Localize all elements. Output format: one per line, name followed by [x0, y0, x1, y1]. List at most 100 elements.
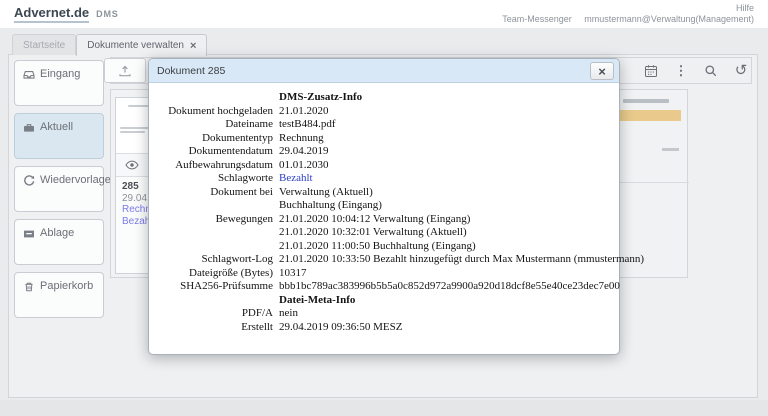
upload-icon: [118, 65, 132, 77]
info-row: Dokument beiVerwaltung (Aktuell)Buchhalt…: [161, 186, 607, 213]
help-link[interactable]: Hilfe: [736, 3, 754, 13]
info-label: Dateigröße (Bytes): [161, 267, 273, 281]
info-value: 21.01.2020 11:00:50 Buchhaltung (Eingang…: [279, 240, 476, 254]
info-value: testB484.pdf: [279, 118, 336, 132]
modal-header[interactable]: Dokument 285: [149, 59, 619, 83]
tab-label: Dokumente verwalten: [87, 40, 184, 51]
tab-label: Startseite: [23, 40, 65, 51]
info-label: Bewegungen: [161, 213, 273, 254]
modal-close-button[interactable]: ×: [590, 62, 614, 80]
trash-icon: [23, 281, 35, 293]
logged-in-user: mmustermann@Verwaltung(Management): [584, 14, 754, 24]
info-row: Schlagworte Bezahlt: [161, 172, 607, 186]
info-value: 29.04.2019 09:36:50 MESZ: [279, 321, 402, 335]
sidebar-item-papierkorb[interactable]: Papierkorb: [14, 272, 104, 318]
sidebar-item-label: Eingang: [40, 68, 80, 80]
tab-startseite[interactable]: Startseite: [12, 34, 76, 55]
info-row: Erstellt 29.04.2019 09:36:50 MESZ: [161, 321, 607, 335]
info-values: 10317: [279, 267, 307, 281]
info-row: Bewegungen21.01.2020 10:04:12 Verwaltung…: [161, 213, 607, 254]
preview-text-placeholder: [662, 148, 679, 151]
top-header: Advernet.de DMS Hilfe Team-Messenger mmu…: [0, 0, 768, 28]
eye-icon: [125, 160, 139, 170]
info-values: 21.01.2020 10:33:50 Bezahlt hinzugefügt …: [279, 253, 644, 267]
thumbnail-placeholder-line: [128, 105, 150, 107]
info-label: Schlagworte: [161, 172, 273, 186]
section-heading: DMS-Zusatz-Info: [279, 91, 607, 105]
info-value: 21.01.2020 10:32:01 Verwaltung (Aktuell): [279, 226, 476, 240]
info-values: 29.04.2019 09:36:50 MESZ: [279, 321, 402, 335]
info-row: SHA256-Prüfsummebbb1bc789ac383996b5b5a0c…: [161, 280, 607, 294]
info-value: Rechnung: [279, 132, 324, 146]
info-value: 10317: [279, 267, 307, 281]
info-label: Dokument bei: [161, 186, 273, 213]
refresh-icon: [23, 175, 35, 187]
sidebar-item-wiedervorlage[interactable]: Wiedervorlage: [14, 166, 104, 212]
sidebar-item-eingang[interactable]: Eingang: [14, 60, 104, 106]
info-values: testB484.pdf: [279, 118, 336, 132]
tag-link[interactable]: Bezahlt: [279, 172, 313, 186]
search-icon[interactable]: [704, 64, 718, 78]
kebab-menu-icon[interactable]: ⋮: [674, 64, 688, 78]
undo-icon[interactable]: ↺: [734, 64, 748, 78]
info-values: 21.01.2020: [279, 105, 329, 119]
info-values: 01.01.2030: [279, 159, 329, 173]
info-value: 21.01.2020 10:04:12 Verwaltung (Eingang): [279, 213, 476, 227]
info-value: nein: [279, 307, 298, 321]
info-value: Buchhaltung (Eingang): [279, 199, 382, 213]
team-messenger-link[interactable]: Team-Messenger: [502, 14, 572, 24]
info-label: Schlagwort-Log: [161, 253, 273, 267]
info-row: Dokumententyp Rechnung: [161, 132, 607, 146]
brand: Advernet.de DMS: [14, 5, 119, 23]
info-row: Dokumentendatum 29.04.2019: [161, 145, 607, 159]
sidebar-item-aktuell[interactable]: Aktuell: [14, 113, 104, 159]
info-label: Dokumententyp: [161, 132, 273, 146]
document-info-modal: Dokument 285 × DMS-Zusatz-InfoDokument h…: [148, 58, 620, 355]
tab-bar: Startseite Dokumente verwalten ×: [12, 33, 207, 55]
sidebar-item-ablage[interactable]: Ablage: [14, 219, 104, 265]
header-links: Hilfe Team-Messenger mmustermann@Verwalt…: [492, 3, 754, 25]
briefcase-icon: [23, 122, 35, 134]
info-values: 29.04.2019: [279, 145, 329, 159]
modal-title: Dokument 285: [157, 65, 225, 77]
info-row: Dateiname testB484.pdf: [161, 118, 607, 132]
info-row: Dokument hochgeladen 21.01.2020: [161, 105, 607, 119]
tab-dokumente-verwalten[interactable]: Dokumente verwalten ×: [76, 34, 207, 56]
info-values: bbb1bc789ac383996b5b5a0c852d972a9900a920…: [279, 280, 620, 294]
thumbnail-placeholder-line: [120, 131, 145, 133]
info-label: Dokument hochgeladen: [161, 105, 273, 119]
preview-filename-placeholder: [623, 99, 669, 103]
info-label: Dokumentendatum: [161, 145, 273, 159]
info-values: Verwaltung (Aktuell)Buchhaltung (Eingang…: [279, 186, 382, 213]
info-row: Aufbewahrungsdatum 01.01.2030: [161, 159, 607, 173]
sidebar-item-label: Papierkorb: [40, 280, 93, 292]
app-logo: Advernet.de: [14, 5, 89, 23]
tab-close-icon[interactable]: ×: [190, 40, 196, 52]
sidebar-item-label: Aktuell: [40, 121, 73, 133]
sidebar-item-label: Ablage: [40, 227, 74, 239]
info-value: bbb1bc789ac383996b5b5a0c852d972a9900a920…: [279, 280, 620, 294]
info-row: Schlagwort-Log21.01.2020 10:33:50 Bezahl…: [161, 253, 607, 267]
toolbar-right-icons: ⋮ ↺: [644, 57, 748, 84]
info-value: 29.04.2019: [279, 145, 329, 159]
info-value: 01.01.2030: [279, 159, 329, 173]
info-label: Aufbewahrungsdatum: [161, 159, 273, 173]
app-window: Advernet.de DMS Hilfe Team-Messenger mmu…: [0, 0, 768, 416]
info-row: PDF/Anein: [161, 307, 607, 321]
section-heading: Datei-Meta-Info: [279, 294, 607, 308]
upload-button[interactable]: [104, 58, 146, 83]
info-value: 21.01.2020 10:33:50 Bezahlt hinzugefügt …: [279, 253, 644, 267]
bottom-strip: [0, 400, 768, 416]
info-label: Erstellt: [161, 321, 273, 335]
product-name: DMS: [96, 9, 118, 19]
info-values: 21.01.2020 10:04:12 Verwaltung (Eingang)…: [279, 213, 476, 254]
info-values: Bezahlt: [279, 172, 313, 186]
info-label: Dateiname: [161, 118, 273, 132]
info-value: 21.01.2020: [279, 105, 329, 119]
info-label: SHA256-Prüfsumme: [161, 280, 273, 294]
inbox-icon: [23, 69, 35, 81]
info-values: nein: [279, 307, 298, 321]
modal-info-table: DMS-Zusatz-Info Dokument hochgeladen 21.01…: [149, 83, 619, 342]
calendar-icon[interactable]: [644, 64, 658, 78]
sidebar-item-label: Wiedervorlage: [40, 174, 111, 186]
